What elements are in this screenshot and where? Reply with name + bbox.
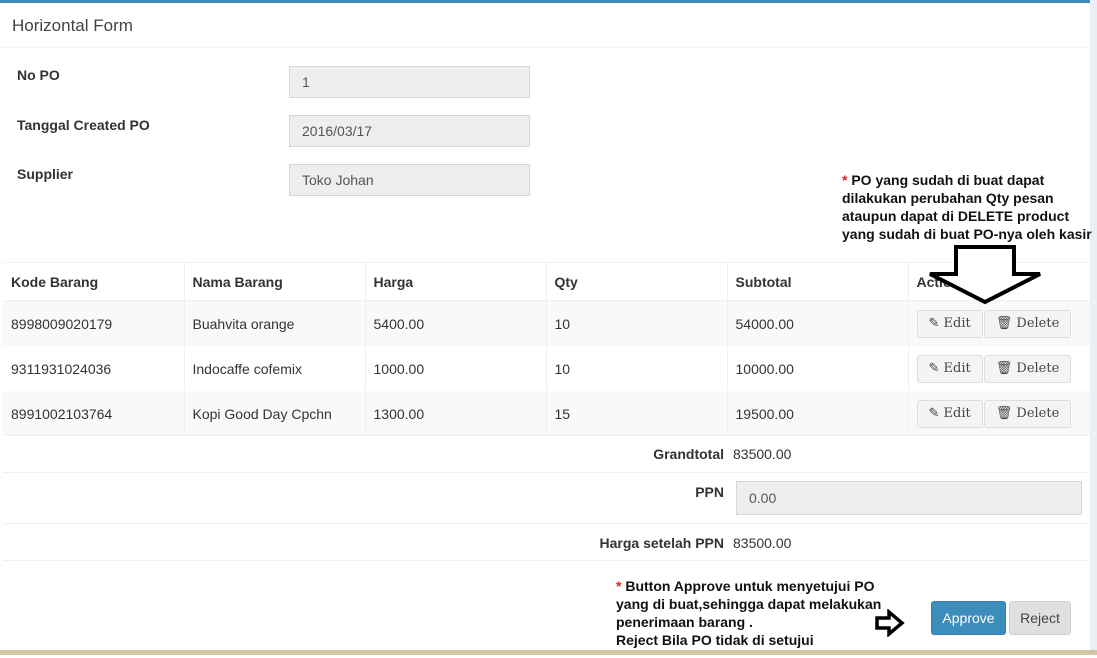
cell-kode: 8998009020179: [3, 300, 185, 346]
delete-button-label: Delete: [1016, 360, 1060, 376]
edit-button-label: Edit: [943, 315, 971, 331]
ppn-field[interactable]: 0.00: [736, 481, 1082, 515]
edit-note-text: PO yang sudah di buat dapat dilakukan pe…: [842, 172, 1092, 242]
cell-nama: Indocaffe cofemix: [184, 346, 366, 391]
table-row: 8998009020179 Buahvita orange 5400.00 10…: [3, 300, 1090, 346]
column-header: Harga: [365, 262, 547, 301]
table-row: 9311931024036 Indocaffe cofemix 1000.00 …: [3, 346, 1090, 391]
arrow-right-icon: [875, 609, 905, 637]
edit-icon: ✎: [928, 405, 940, 421]
trash-icon: 🗑: [995, 360, 1013, 376]
edit-button-label: Edit: [943, 360, 971, 376]
cell-harga: 5400.00: [365, 300, 547, 346]
supplier-field[interactable]: Toko Johan: [289, 164, 530, 196]
delete-button-label: Delete: [1016, 405, 1060, 421]
supplier-label: Supplier: [17, 166, 74, 182]
edit-note: * PO yang sudah di buat dapat dilakukan …: [842, 171, 1092, 243]
setelah-ppn-value: 83500.00: [733, 535, 792, 551]
cell-action: ✎ Edit 🗑 Delete: [908, 391, 1090, 436]
edit-button[interactable]: ✎ Edit: [916, 309, 983, 338]
cell-qty: 10: [546, 346, 728, 391]
cell-qty: 15: [546, 391, 728, 436]
cell-action: ✎ Edit 🗑 Delete: [908, 346, 1090, 391]
delete-button[interactable]: 🗑 Delete: [983, 309, 1072, 338]
approve-note-line: yang di buat,sehingga dapat melakukan: [616, 596, 882, 612]
cell-nama: Buahvita orange: [184, 300, 366, 346]
column-header: Qty: [546, 262, 728, 301]
tanggal-label: Tanggal Created PO: [17, 117, 150, 133]
box-title: Horizontal Form: [12, 16, 133, 35]
edit-button[interactable]: ✎ Edit: [916, 399, 983, 428]
table-row: 8991002103764 Kopi Good Day Cpchn 1300.0…: [3, 391, 1090, 436]
approve-note-line: penerimaan barang .: [616, 614, 753, 630]
cell-nama: Kopi Good Day Cpchn: [184, 391, 366, 436]
cell-subtotal: 10000.00: [727, 346, 909, 391]
no-po-label: No PO: [17, 67, 60, 83]
no-po-field[interactable]: 1: [289, 66, 530, 98]
arrow-down-icon: [929, 245, 1041, 305]
page-bottom-strip: [0, 650, 1097, 655]
delete-button[interactable]: 🗑 Delete: [983, 399, 1072, 428]
cell-action: ✎ Edit 🗑 Delete: [908, 300, 1090, 346]
cell-qty: 10: [546, 300, 728, 346]
approve-note: * Button Approve untuk menyetujui PO yan…: [616, 577, 886, 649]
delete-button-label: Delete: [1016, 315, 1060, 331]
reject-button[interactable]: Reject: [1009, 601, 1071, 635]
box-header: Horizontal Form: [0, 6, 1090, 48]
grandtotal-row: [3, 435, 1090, 473]
cell-kode: 9311931024036: [3, 346, 185, 391]
setelah-ppn-label: Harga setelah PPN: [599, 535, 725, 551]
cell-kode: 8991002103764: [3, 391, 185, 436]
edit-button-label: Edit: [943, 405, 971, 421]
cell-subtotal: 54000.00: [727, 300, 909, 346]
edit-icon: ✎: [928, 315, 940, 331]
trash-icon: 🗑: [995, 315, 1013, 331]
grandtotal-value: 83500.00: [733, 446, 792, 462]
cell-harga: 1000.00: [365, 346, 547, 391]
approve-note-line: Reject Bila PO tidak di setujui: [616, 632, 814, 648]
edit-button[interactable]: ✎ Edit: [916, 354, 983, 383]
column-header: Kode Barang: [3, 262, 185, 301]
column-header: Subtotal: [727, 262, 909, 301]
page-background-strip: [1090, 0, 1097, 655]
trash-icon: 🗑: [995, 405, 1013, 421]
summary-bottom-divider: [3, 560, 1090, 561]
tanggal-field[interactable]: 2016/03/17: [289, 115, 530, 147]
column-header: Nama Barang: [184, 262, 366, 301]
approve-note-text: Button Approve untuk menyetujui PO: [621, 578, 875, 594]
edit-icon: ✎: [928, 360, 940, 376]
approve-button[interactable]: Approve: [931, 601, 1006, 635]
cell-subtotal: 19500.00: [727, 391, 909, 436]
approve-note-line: * Button Approve untuk menyetujui PO: [616, 577, 886, 595]
cell-harga: 1300.00: [365, 391, 547, 436]
delete-button[interactable]: 🗑 Delete: [983, 354, 1072, 383]
ppn-label: PPN: [695, 484, 724, 500]
setelah-ppn-row: [3, 523, 1090, 561]
grandtotal-label: Grandtotal: [653, 446, 724, 462]
